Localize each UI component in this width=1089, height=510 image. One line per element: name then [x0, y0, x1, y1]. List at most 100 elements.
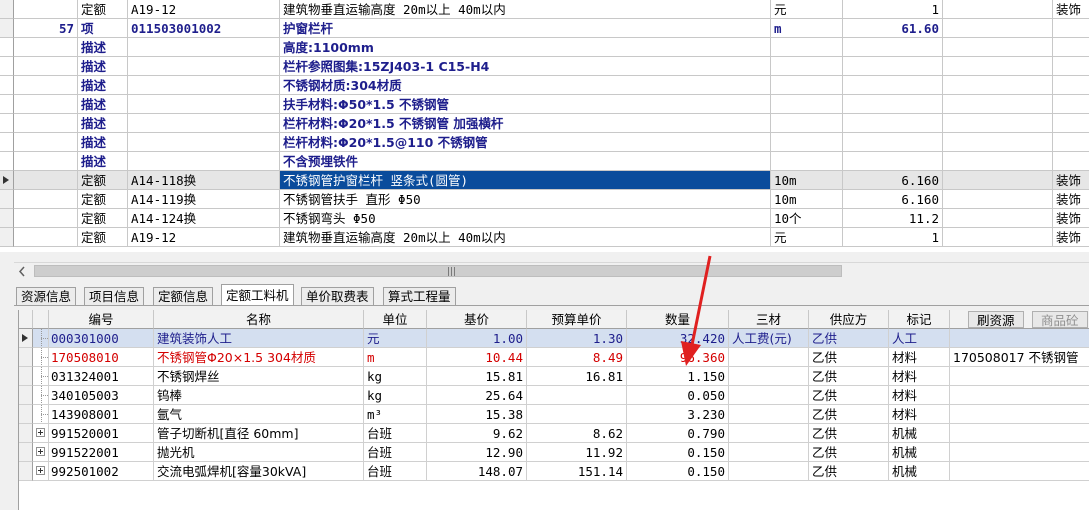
- tree-cell[interactable]: [33, 424, 49, 443]
- resource-base-price[interactable]: 148.07: [427, 462, 527, 481]
- row-header[interactable]: [0, 171, 14, 190]
- row-quantity[interactable]: [843, 133, 943, 152]
- column-header[interactable]: 编号: [49, 310, 154, 329]
- resource-replacement[interactable]: [950, 386, 1089, 405]
- scrollbar-thumb[interactable]: |||: [34, 265, 842, 277]
- resource-quantity[interactable]: 0.150: [627, 462, 729, 481]
- resource-code[interactable]: 143908001: [49, 405, 154, 424]
- row-type[interactable]: 定额: [78, 190, 128, 209]
- tree-cell[interactable]: [33, 443, 49, 462]
- resource-supplier[interactable]: 乙供: [809, 462, 889, 481]
- row-number[interactable]: [14, 38, 78, 57]
- row-number[interactable]: [14, 0, 78, 19]
- row-quantity[interactable]: [843, 95, 943, 114]
- row-blank[interactable]: [943, 114, 1053, 133]
- resource-mark[interactable]: 材料: [889, 367, 950, 386]
- tree-cell[interactable]: [33, 462, 49, 481]
- row-category[interactable]: [1053, 95, 1089, 114]
- column-header[interactable]: 三材: [729, 310, 809, 329]
- row-number[interactable]: [14, 152, 78, 171]
- expand-icon[interactable]: [36, 466, 45, 475]
- column-header[interactable]: 预算单价: [527, 310, 627, 329]
- row-type[interactable]: 定额: [78, 0, 128, 19]
- scroll-left-button[interactable]: [14, 263, 31, 280]
- item-row[interactable]: 定额 A14-124换 不锈钢弯头 Φ50 10个 11.2 装饰: [0, 209, 1089, 228]
- resource-quantity[interactable]: 32.420: [627, 329, 729, 348]
- row-blank[interactable]: [943, 19, 1053, 38]
- resource-unit[interactable]: 台班: [364, 462, 427, 481]
- row-category[interactable]: 装饰: [1053, 228, 1089, 247]
- row-unit[interactable]: 元: [771, 228, 843, 247]
- row-header[interactable]: [19, 443, 33, 462]
- resource-unit[interactable]: kg: [364, 386, 427, 405]
- resource-replacement[interactable]: [950, 424, 1089, 443]
- resource-row[interactable]: 340105003 钨棒 kg 25.64 0.050 乙供 材料: [19, 386, 1089, 405]
- row-unit[interactable]: 10m: [771, 171, 843, 190]
- resource-sancai[interactable]: 人工费(元): [729, 329, 809, 348]
- item-row[interactable]: 描述 高度:1100mm: [0, 38, 1089, 57]
- resource-base-price[interactable]: 9.62: [427, 424, 527, 443]
- row-header[interactable]: [19, 462, 33, 481]
- row-name[interactable]: 栏杆参照图集:15ZJ403-1 C15-H4: [280, 57, 771, 76]
- item-row[interactable]: 定额 A14-119换 不锈钢管扶手 直形 Φ50 10m 6.160 装饰: [0, 190, 1089, 209]
- row-quantity[interactable]: 11.2: [843, 209, 943, 228]
- row-unit[interactable]: [771, 152, 843, 171]
- row-header[interactable]: [19, 424, 33, 443]
- row-unit[interactable]: [771, 95, 843, 114]
- resource-name[interactable]: 不锈钢管Φ20×1.5 304材质: [154, 348, 364, 367]
- row-category[interactable]: [1053, 19, 1089, 38]
- row-blank[interactable]: [943, 209, 1053, 228]
- row-code[interactable]: A14-118换: [128, 171, 280, 190]
- resource-base-price[interactable]: 1.00: [427, 329, 527, 348]
- row-header[interactable]: [0, 0, 14, 19]
- resource-row[interactable]: 031324001 不锈钢焊丝 kg 15.81 16.81 1.150 乙供 材料: [19, 367, 1089, 386]
- item-row[interactable]: 描述 不锈钢材质:304材质: [0, 76, 1089, 95]
- row-header[interactable]: [0, 133, 14, 152]
- resource-quantity[interactable]: 96.360: [627, 348, 729, 367]
- row-header[interactable]: [19, 367, 33, 386]
- row-type[interactable]: 描述: [78, 95, 128, 114]
- resource-supplier[interactable]: 乙供: [809, 424, 889, 443]
- row-name[interactable]: 栏杆材料:Φ20*1.5@110 不锈钢管: [280, 133, 771, 152]
- row-unit[interactable]: [771, 57, 843, 76]
- tab-1[interactable]: 项目信息: [84, 287, 145, 305]
- row-header[interactable]: [0, 228, 14, 247]
- resource-row[interactable]: 000301000 建筑装饰人工元 1.00 1.30 32.420 人工费(元) 乙供 人工: [19, 329, 1089, 348]
- resource-quantity[interactable]: 0.790: [627, 424, 729, 443]
- resource-unit[interactable]: m³: [364, 405, 427, 424]
- resource-code[interactable]: 991522001: [49, 443, 154, 462]
- row-header[interactable]: [0, 190, 14, 209]
- resource-unit[interactable]: 台班: [364, 443, 427, 462]
- resource-supplier[interactable]: 乙供: [809, 386, 889, 405]
- row-name[interactable]: 扶手材料:Φ50*1.5 不锈钢管: [280, 95, 771, 114]
- concrete-button[interactable]: 商品砼: [1032, 311, 1088, 328]
- resource-quantity[interactable]: 0.150: [627, 443, 729, 462]
- row-category[interactable]: 装饰: [1053, 190, 1089, 209]
- row-type[interactable]: 描述: [78, 133, 128, 152]
- row-code[interactable]: [128, 133, 280, 152]
- row-number[interactable]: 57: [14, 19, 78, 38]
- resource-base-price[interactable]: 25.64: [427, 386, 527, 405]
- tab-0[interactable]: 资源信息: [16, 287, 77, 305]
- row-code[interactable]: A19-12: [128, 0, 280, 19]
- resource-mark[interactable]: 人工: [889, 329, 950, 348]
- resource-sancai[interactable]: [729, 386, 809, 405]
- row-header[interactable]: [0, 76, 14, 95]
- column-header[interactable]: [33, 310, 49, 329]
- row-unit[interactable]: [771, 114, 843, 133]
- resource-name[interactable]: 建筑装饰人工: [154, 329, 364, 348]
- row-type[interactable]: 定额: [78, 228, 128, 247]
- resource-budget-price[interactable]: 1.30: [527, 329, 627, 348]
- row-category[interactable]: [1053, 57, 1089, 76]
- resource-sancai[interactable]: [729, 367, 809, 386]
- row-number[interactable]: [14, 171, 78, 190]
- column-header[interactable]: 名称: [154, 310, 364, 329]
- row-code[interactable]: A14-119换: [128, 190, 280, 209]
- row-unit[interactable]: [771, 38, 843, 57]
- row-header[interactable]: [19, 386, 33, 405]
- resource-unit[interactable]: 台班: [364, 424, 427, 443]
- row-type[interactable]: 描述: [78, 152, 128, 171]
- row-blank[interactable]: [943, 38, 1053, 57]
- column-header[interactable]: 供应方: [809, 310, 889, 329]
- row-category[interactable]: [1053, 133, 1089, 152]
